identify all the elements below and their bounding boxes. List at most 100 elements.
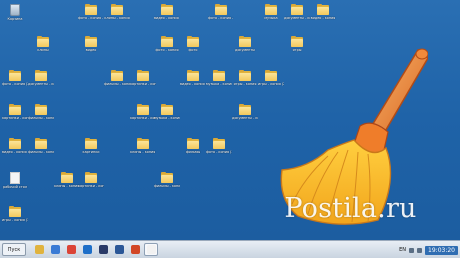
taskbar-powerpoint-button[interactable] — [128, 243, 142, 256]
ie-icon — [50, 245, 60, 254]
desktop-folder[interactable]: фильмы - копия - копия — [28, 138, 54, 154]
desktop-folder[interactable]: клипы — [30, 36, 56, 52]
folder-icon — [137, 104, 149, 115]
folder-icon — [111, 70, 123, 81]
desktop-folder[interactable]: музыка - копия — [154, 104, 180, 120]
desktop-folder[interactable]: фото - копия - копия — [78, 4, 104, 20]
desktop-folder[interactable]: музыка — [258, 4, 284, 20]
folder-icon — [215, 4, 227, 15]
desktop-folder[interactable]: фильмы - копия (2) — [28, 104, 54, 120]
desktop-folder[interactable]: игры - копия — [232, 70, 258, 86]
desktop-folder[interactable]: картинки - копия (2) — [2, 104, 28, 120]
desktop-folder[interactable]: картинки — [78, 138, 104, 154]
folder-icon — [137, 70, 149, 81]
taskbar-photoshop-button[interactable] — [96, 243, 110, 256]
icon-label: клипы - копия (3) — [54, 184, 80, 188]
taskbar-outlook-button[interactable] — [80, 243, 94, 256]
taskbar-ie-button[interactable] — [48, 243, 62, 256]
icon-label: фильмы - копия (2) — [28, 116, 54, 120]
desktop-folder[interactable]: картинки - копия (2) — [130, 70, 156, 86]
desktop-folder[interactable]: фото - копия - копия (2) — [208, 4, 234, 20]
icon-label: фото - копия — [155, 48, 179, 52]
folder-icon — [161, 36, 173, 47]
network-icon[interactable] — [409, 247, 415, 253]
desktop: Корзинафото - копия - копияклипы - копия… — [0, 0, 460, 240]
desktop-folder[interactable]: документы — [232, 36, 258, 52]
folder-icon — [137, 138, 149, 149]
icon-label: игры - копия — [233, 82, 257, 86]
taskbar-paint-button[interactable] — [144, 243, 158, 256]
explorer-icon — [34, 245, 44, 254]
start-button[interactable]: Пуск — [2, 243, 26, 256]
folder-icon — [239, 104, 251, 115]
icon-label: рабочий стол — [3, 185, 27, 189]
desktop-folder[interactable]: документы - копия (2) — [28, 70, 54, 86]
recycle-bin[interactable]: Корзина — [2, 4, 28, 21]
icon-label: документы — [235, 48, 255, 52]
taskbar-word-button[interactable] — [112, 243, 126, 256]
desktop-folder[interactable]: фото - копия — [154, 36, 180, 52]
taskbar-explorer-button[interactable] — [32, 243, 46, 256]
icon-label: музыка - копия (2) — [206, 82, 232, 86]
icon-label: Корзина — [7, 17, 23, 21]
desktop-folder[interactable]: игры - копия (3) — [2, 206, 28, 222]
desktop-folder[interactable]: видео - копия — [310, 4, 336, 20]
desktop-folder[interactable]: клипы - копия (3) — [54, 172, 80, 188]
icon-label: музыка - копия — [154, 116, 180, 120]
folder-icon — [213, 70, 225, 81]
desktop-folder[interactable]: фильмы — [180, 138, 206, 154]
desktop-folder[interactable]: картинки - копия (3) — [78, 172, 104, 188]
recycle-bin-icon — [10, 4, 20, 16]
icon-label: документы - копия — [284, 16, 310, 20]
desktop-folder[interactable]: клипы - копия (2) — [130, 138, 156, 154]
folder-icon — [85, 36, 97, 47]
icon-label: документы - копия (3) — [232, 116, 258, 120]
folder-icon — [213, 138, 225, 149]
desktop-folder[interactable]: фото — [180, 36, 206, 52]
folder-icon — [9, 104, 21, 115]
icon-label: картинки - копия — [130, 116, 156, 120]
icon-label: фото - копия - копия (2) — [208, 16, 234, 20]
icon-label: музыка — [264, 16, 278, 20]
word-icon — [114, 245, 124, 254]
language-indicator[interactable]: EN — [399, 247, 406, 253]
desktop-folder[interactable]: видео - копия (2) — [180, 70, 206, 86]
paint-icon — [146, 245, 156, 254]
icon-label: документы - копия (2) — [28, 82, 54, 86]
icon-label: фото - копия (3) — [206, 150, 232, 154]
desktop-folder[interactable]: видео — [78, 36, 104, 52]
folder-icon — [111, 4, 123, 15]
document-icon — [10, 172, 20, 184]
desktop-folder[interactable]: картинки - копия — [130, 104, 156, 120]
icon-label: видео - копия (2) — [180, 82, 206, 86]
icon-label: картинки - копия (2) — [130, 82, 156, 86]
icon-label: видео - копия - копия — [2, 150, 28, 154]
clock[interactable]: 19:03:20 — [425, 245, 458, 255]
icon-label: видео — [85, 48, 97, 52]
icon-label: фото - копия - копия — [78, 16, 104, 20]
volume-icon[interactable] — [417, 247, 423, 253]
folder-icon — [85, 4, 97, 15]
desktop-folder[interactable]: рабочий стол — [2, 172, 28, 189]
desktop-folder[interactable]: документы - копия (3) — [232, 104, 258, 120]
desktop-folder[interactable]: клипы - копия — [104, 4, 130, 20]
folder-icon — [239, 70, 251, 81]
desktop-folder[interactable]: фото - копия (3) — [206, 138, 232, 154]
desktop-folder[interactable]: музыка - копия (2) — [206, 70, 232, 86]
desktop-folder[interactable]: видео - копия - копия — [2, 138, 28, 154]
desktop-folder[interactable]: фильмы - копия (3) — [154, 172, 180, 188]
icon-label: картинки - копия (3) — [78, 184, 104, 188]
icon-label: фильмы — [185, 150, 201, 154]
desktop-folder[interactable]: видео - копия - копия — [154, 4, 180, 20]
folder-icon — [61, 172, 73, 183]
folder-icon — [35, 70, 47, 81]
desktop-folder[interactable]: фото - копия (2) — [2, 70, 28, 86]
folder-icon — [9, 206, 21, 217]
folder-icon — [161, 104, 173, 115]
outlook-icon — [82, 245, 92, 254]
desktop-folder[interactable]: документы - копия — [284, 4, 310, 20]
desktop-folder[interactable]: фильмы - копия — [104, 70, 130, 86]
watermark: Postila.ru — [284, 193, 417, 224]
icon-label: видео - копия - копия — [154, 16, 180, 20]
taskbar-chrome-button[interactable] — [64, 243, 78, 256]
